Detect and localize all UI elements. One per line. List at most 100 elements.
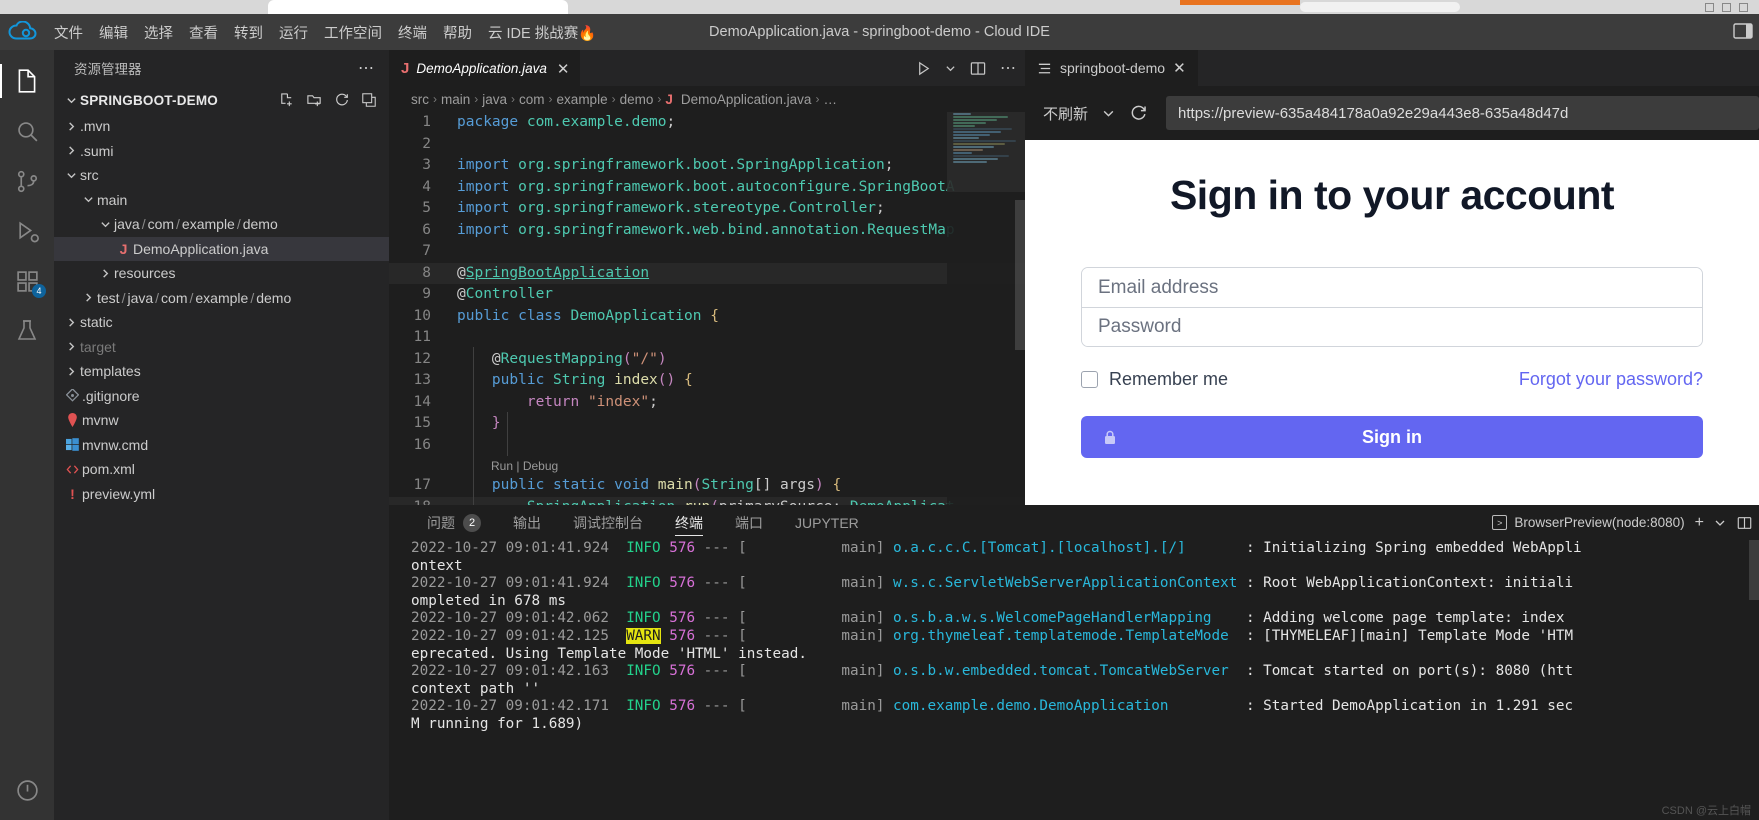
menu-run[interactable]: 运行 (271, 14, 316, 50)
activity-power-icon[interactable] (0, 770, 54, 820)
code-line: 14 return "index"; (389, 392, 1025, 414)
tree-item[interactable]: resources (54, 261, 389, 286)
menu-help[interactable]: 帮助 (435, 14, 480, 50)
tree-item[interactable]: J DemoApplication.java (54, 236, 389, 261)
code-content[interactable]: 1 package com.example.demo; 2 3 import org.s… (389, 112, 1025, 537)
close-icon[interactable]: ✕ (557, 60, 570, 78)
breadcrumb-segment[interactable]: DemoApplication.java (681, 92, 812, 107)
panel-tab-3[interactable]: 终端 (659, 505, 719, 540)
code-text: @RequestMapping("/") (457, 350, 667, 367)
tree-item[interactable]: mvnw (54, 408, 389, 433)
window-minimize-button[interactable] (1705, 3, 1714, 12)
editor-tab-demoapplication[interactable]: J DemoApplication.java ✕ (389, 50, 580, 86)
signin-button[interactable]: Sign in (1081, 416, 1703, 458)
password-field[interactable]: Password (1082, 307, 1702, 346)
host-browser-urlbar[interactable] (1300, 2, 1460, 12)
line-number: 17 (413, 477, 431, 493)
refresh-icon[interactable] (334, 92, 350, 109)
panel-tab-1[interactable]: 输出 (497, 505, 557, 540)
new-file-icon[interactable] (278, 92, 295, 109)
tree-item[interactable]: templates (54, 359, 389, 384)
tree-item-label: .gitignore (82, 387, 140, 404)
tree-item[interactable]: .mvn (54, 114, 389, 139)
run-icon[interactable] (915, 60, 932, 77)
close-icon[interactable]: ✕ (1173, 59, 1186, 77)
terminal-line: 2022-10-27 09:01:42.163 INFO 576 --- [ m… (411, 663, 1574, 680)
activity-testing-icon[interactable] (0, 306, 54, 356)
tree-item[interactable]: test / java / com / example / demo (54, 286, 389, 311)
menu-go[interactable]: 转到 (226, 14, 271, 50)
breadcrumb-segment[interactable]: java (482, 92, 507, 107)
activity-debug-icon[interactable] (0, 206, 54, 256)
panel-vertical-scrollbar[interactable] (1749, 540, 1759, 600)
chevron-right-icon (63, 121, 80, 132)
tree-item[interactable]: src (54, 163, 389, 188)
terminal-line-wrap: ontext (411, 557, 463, 574)
code-line: 15 } (389, 413, 1025, 435)
tree-item[interactable]: target (54, 335, 389, 360)
chevron-down-icon[interactable] (945, 63, 956, 74)
window-close-button[interactable] (1739, 3, 1748, 12)
menu-terminal[interactable]: 终端 (390, 14, 435, 50)
explorer-more-icon[interactable]: ⋯ (358, 58, 375, 78)
terminal-output[interactable]: 2022-10-27 09:01:41.924 INFO 576 --- [ m… (389, 540, 1759, 734)
activity-extensions-icon[interactable]: 4 (0, 256, 54, 306)
breadcrumb-segment[interactable]: src (411, 92, 429, 107)
breadcrumb-segment[interactable]: … (823, 92, 837, 107)
panel-tab-4[interactable]: 端口 (719, 505, 779, 540)
menu-workspace[interactable]: 工作空间 (316, 14, 390, 50)
tree-item[interactable]: mvnw.cmd (54, 433, 389, 458)
menu-selection[interactable]: 选择 (136, 14, 181, 50)
preview-url-input[interactable]: https://preview-635a484178a0a92e29a443e8… (1166, 96, 1759, 130)
new-folder-icon[interactable] (306, 92, 323, 109)
tree-item[interactable]: java / com / example / demo (54, 212, 389, 237)
preview-icon (1037, 61, 1052, 76)
menu-file[interactable]: 文件 (46, 14, 91, 50)
panel-tab-2[interactable]: 调试控制台 (557, 505, 659, 540)
terminal-instance-chip[interactable]: > BrowserPreview(node:8080) (1492, 515, 1685, 530)
tree-item[interactable]: static (54, 310, 389, 335)
layout-toggle-icon[interactable] (1733, 22, 1753, 40)
menu-cloud-ide-challenge[interactable]: 云 IDE 挑战赛🔥 (480, 14, 604, 50)
menu-view[interactable]: 查看 (181, 14, 226, 50)
breadcrumb-segment[interactable]: demo (620, 92, 654, 107)
tree-item[interactable]: .sumi (54, 139, 389, 164)
codelens-debug-link[interactable]: Debug (523, 459, 558, 473)
host-browser-accent-tab (1180, 0, 1300, 5)
breadcrumb-segment[interactable]: com (519, 92, 545, 107)
panel-layout-icon[interactable] (1736, 515, 1753, 531)
menu-edit[interactable]: 编辑 (91, 14, 136, 50)
split-editor-icon[interactable] (969, 60, 987, 77)
tree-item[interactable]: ! preview.yml (54, 482, 389, 507)
codelens-run-link[interactable]: Run (491, 459, 513, 473)
breadcrumb-segment[interactable]: example (557, 92, 608, 107)
panel-tab-0[interactable]: 问题 2 (411, 505, 497, 540)
activity-source-control-icon[interactable] (0, 156, 54, 206)
host-browser-tab[interactable] (268, 0, 568, 14)
preview-refresh-mode-select[interactable]: 不刷新 (1043, 103, 1115, 124)
email-field[interactable]: Email address (1082, 268, 1702, 307)
tree-item[interactable]: .gitignore (54, 384, 389, 409)
tree-item[interactable]: main (54, 188, 389, 213)
breadcrumb-segment[interactable]: main (441, 92, 470, 107)
preview-tab-springboot-demo[interactable]: springboot-demo ✕ (1025, 50, 1198, 86)
remember-me-checkbox[interactable]: Remember me (1081, 369, 1228, 390)
activity-search-icon[interactable] (0, 106, 54, 156)
collapse-all-icon[interactable] (361, 92, 377, 109)
reload-icon[interactable] (1125, 104, 1152, 123)
chevron-right-icon (63, 366, 80, 377)
editor-vertical-scrollbar[interactable] (1015, 200, 1025, 350)
line-number: 7 (422, 243, 431, 259)
explorer-root-folder[interactable]: SPRINGBOOT-DEMO (54, 86, 389, 114)
new-terminal-icon[interactable]: + (1695, 514, 1704, 532)
panel-tab-5[interactable]: JUPYTER (779, 505, 875, 540)
more-icon[interactable]: ⋯ (1000, 58, 1017, 78)
chevron-down-icon[interactable] (1714, 517, 1726, 529)
tree-item[interactable]: pom.xml (54, 457, 389, 482)
forgot-password-link[interactable]: Forgot your password? (1519, 369, 1703, 390)
breadcrumb-separator: › (611, 92, 616, 106)
activity-explorer-icon[interactable] (0, 56, 54, 106)
minimap-viewport[interactable] (947, 112, 1025, 192)
window-maximize-button[interactable] (1722, 3, 1731, 12)
